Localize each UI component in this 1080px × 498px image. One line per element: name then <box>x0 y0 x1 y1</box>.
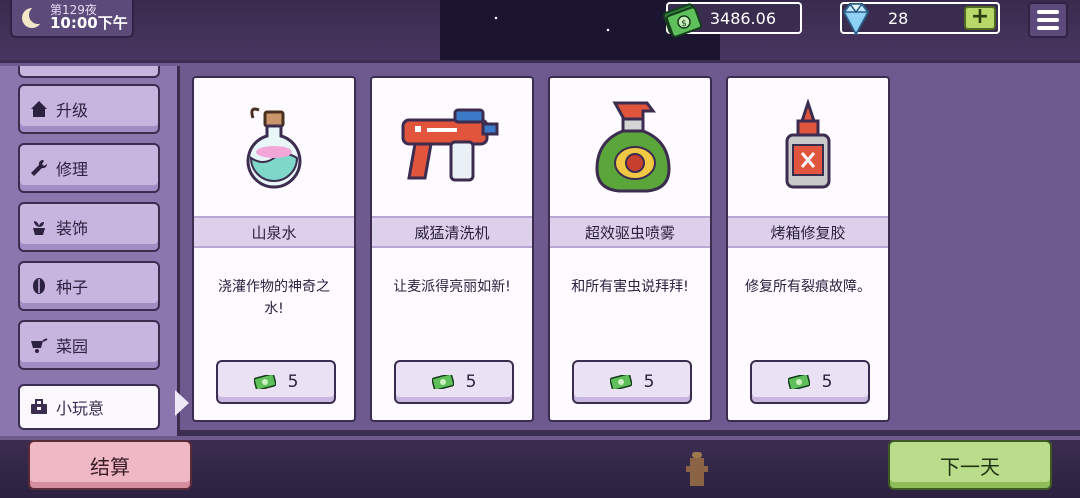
shop-card-spring-water[interactable]: 山泉水 浇灌作物的神奇之水! 5 <box>192 76 356 422</box>
sidebar-item-garden[interactable]: 菜园 <box>18 320 160 370</box>
cash-stack-icon: $ <box>662 3 702 38</box>
cash-icon <box>787 375 810 389</box>
sidebar-item-seeds[interactable]: 种子 <box>18 261 160 311</box>
scrolled-category-stub[interactable] <box>18 66 160 78</box>
diamond-icon <box>842 3 870 37</box>
card-title: 威猛清洗机 <box>372 216 532 248</box>
gem-value: 28 <box>888 8 909 28</box>
shop-card-oven-glue[interactable]: 烤箱修复胶 修复所有裂痕故障。 5 <box>726 76 890 422</box>
sidebar-item-gadgets[interactable]: 小玩意 <box>18 384 160 430</box>
sidebar-item-label: 修理 <box>56 160 89 179</box>
card-art <box>194 78 354 216</box>
card-title: 山泉水 <box>194 216 354 248</box>
bug-spray-icon <box>595 101 671 193</box>
cash-icon <box>609 375 632 389</box>
hamburger-icon-line <box>1037 18 1059 22</box>
potion-flask-icon <box>246 107 302 189</box>
menu-button[interactable] <box>1028 2 1068 38</box>
price-value: 5 <box>287 372 299 392</box>
pressure-washer-icon <box>401 108 499 182</box>
hamburger-icon-line <box>1037 26 1059 30</box>
buy-button[interactable]: 5 <box>216 360 336 404</box>
card-art <box>372 78 532 216</box>
card-title: 烤箱修复胶 <box>728 216 888 248</box>
wrench-icon <box>30 159 48 177</box>
card-description: 和所有害虫说拜拜! <box>571 279 689 295</box>
sidebar-item-label: 升级 <box>56 101 89 120</box>
money-counter: $ 3486.06 <box>662 2 802 38</box>
sidebar-item-label: 菜园 <box>56 337 89 356</box>
card-description: 修复所有裂痕故障。 <box>745 279 871 295</box>
card-art <box>550 78 710 216</box>
card-art <box>728 78 888 216</box>
add-gems-button[interactable]: + <box>964 6 996 30</box>
wheelbarrow-icon <box>30 336 48 354</box>
seed-icon <box>30 277 48 295</box>
money-value: 3486.06 <box>709 8 776 28</box>
cash-icon <box>253 375 276 389</box>
shop-card-pressure-washer[interactable]: 威猛清洗机 让麦派得亮丽如新! 5 <box>370 76 534 422</box>
price-value: 5 <box>821 372 833 392</box>
shop-card-bug-spray[interactable]: 超效驱虫喷雾 和所有害虫说拜拜! 5 <box>548 76 712 422</box>
glue-bottle-icon <box>785 99 831 189</box>
house-icon <box>30 100 48 118</box>
fire-hydrant-icon <box>686 452 708 486</box>
sidebar-item-label: 小玩意 <box>56 399 105 418</box>
toolbox-icon <box>30 398 48 416</box>
buy-button[interactable]: 5 <box>572 360 692 404</box>
sidebar-item-decor[interactable]: 装饰 <box>18 202 160 252</box>
svg-text:$: $ <box>681 19 687 29</box>
sidebar-item-label: 装饰 <box>56 219 89 238</box>
buy-button[interactable]: 5 <box>394 360 514 404</box>
card-description: 浇灌作物的神奇之水! <box>218 279 330 317</box>
card-description: 让麦派得亮丽如新! <box>393 279 511 295</box>
gem-counter: 28 + <box>840 2 1000 37</box>
hamburger-icon-line <box>1037 10 1059 14</box>
price-value: 5 <box>643 372 655 392</box>
card-title: 超效驱虫喷雾 <box>550 216 710 248</box>
sidebar-item-repair[interactable]: 修理 <box>18 143 160 193</box>
sidebar-item-label: 种子 <box>56 278 89 297</box>
clock-time: 10:00下午 <box>50 14 128 33</box>
time-display: 第129夜 10:00下午 <box>10 0 134 38</box>
buy-button[interactable]: 5 <box>750 360 870 404</box>
checkout-button[interactable]: 结算 <box>28 440 192 490</box>
sidebar-item-upgrade[interactable]: 升级 <box>18 84 160 134</box>
next-day-button[interactable]: 下一天 <box>888 440 1052 490</box>
plant-pot-icon <box>30 218 48 236</box>
price-value: 5 <box>465 372 477 392</box>
moon-icon <box>20 6 47 30</box>
cash-icon <box>431 375 454 389</box>
